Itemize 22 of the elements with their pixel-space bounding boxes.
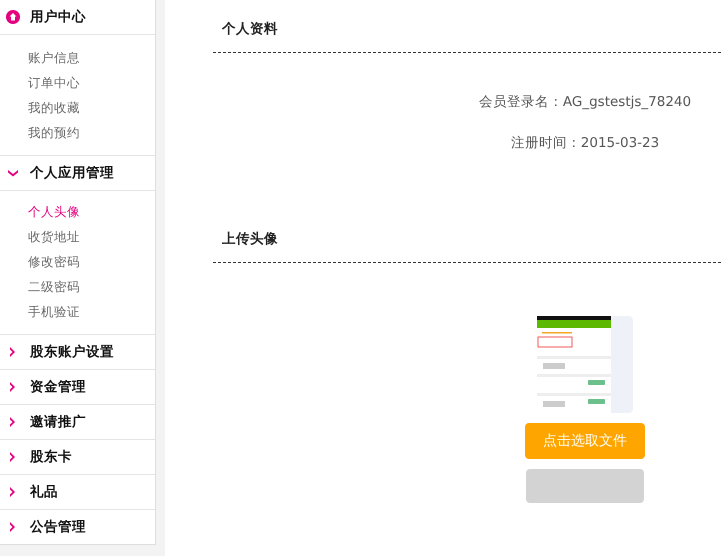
profile-text: 注册时间：2015-03-23 [510, 134, 660, 152]
menu-group-header[interactable]: 礼品 [0, 475, 155, 510]
menu-group-header[interactable]: 用户中心 [0, 0, 155, 35]
menu-group-header[interactable]: 个人应用管理 [0, 156, 155, 191]
profile-text: 会员登录名：AG_gstestjs_78240 [478, 93, 692, 111]
section-title: 上传头像 [222, 230, 279, 248]
menu-item[interactable]: 收货地址 [0, 224, 155, 249]
section-title: 个人资料 [222, 20, 279, 38]
menu-item[interactable]: 个人头像 [0, 199, 155, 224]
menu-group-header[interactable]: 股东卡 [0, 440, 155, 475]
menu-item[interactable]: 我的预约 [0, 120, 155, 145]
menu-group-header[interactable]: 邀请推广 [0, 405, 155, 440]
home-icon [6, 10, 20, 24]
menu-group-header[interactable]: 资金管理 [0, 370, 155, 405]
menu-item[interactable]: 我的收藏 [0, 95, 155, 120]
menu-group-header[interactable]: 公告管理 [0, 510, 155, 544]
menu-item[interactable]: 二级密码 [0, 274, 155, 299]
menu-item[interactable]: 订单中心 [0, 70, 155, 95]
menu-item[interactable]: 修改密码 [0, 249, 155, 274]
menu-item[interactable]: 手机验证 [0, 299, 155, 324]
menu-group-header[interactable]: 股东账户设置 [0, 335, 155, 370]
menu-item[interactable]: 账户信息 [0, 45, 155, 70]
